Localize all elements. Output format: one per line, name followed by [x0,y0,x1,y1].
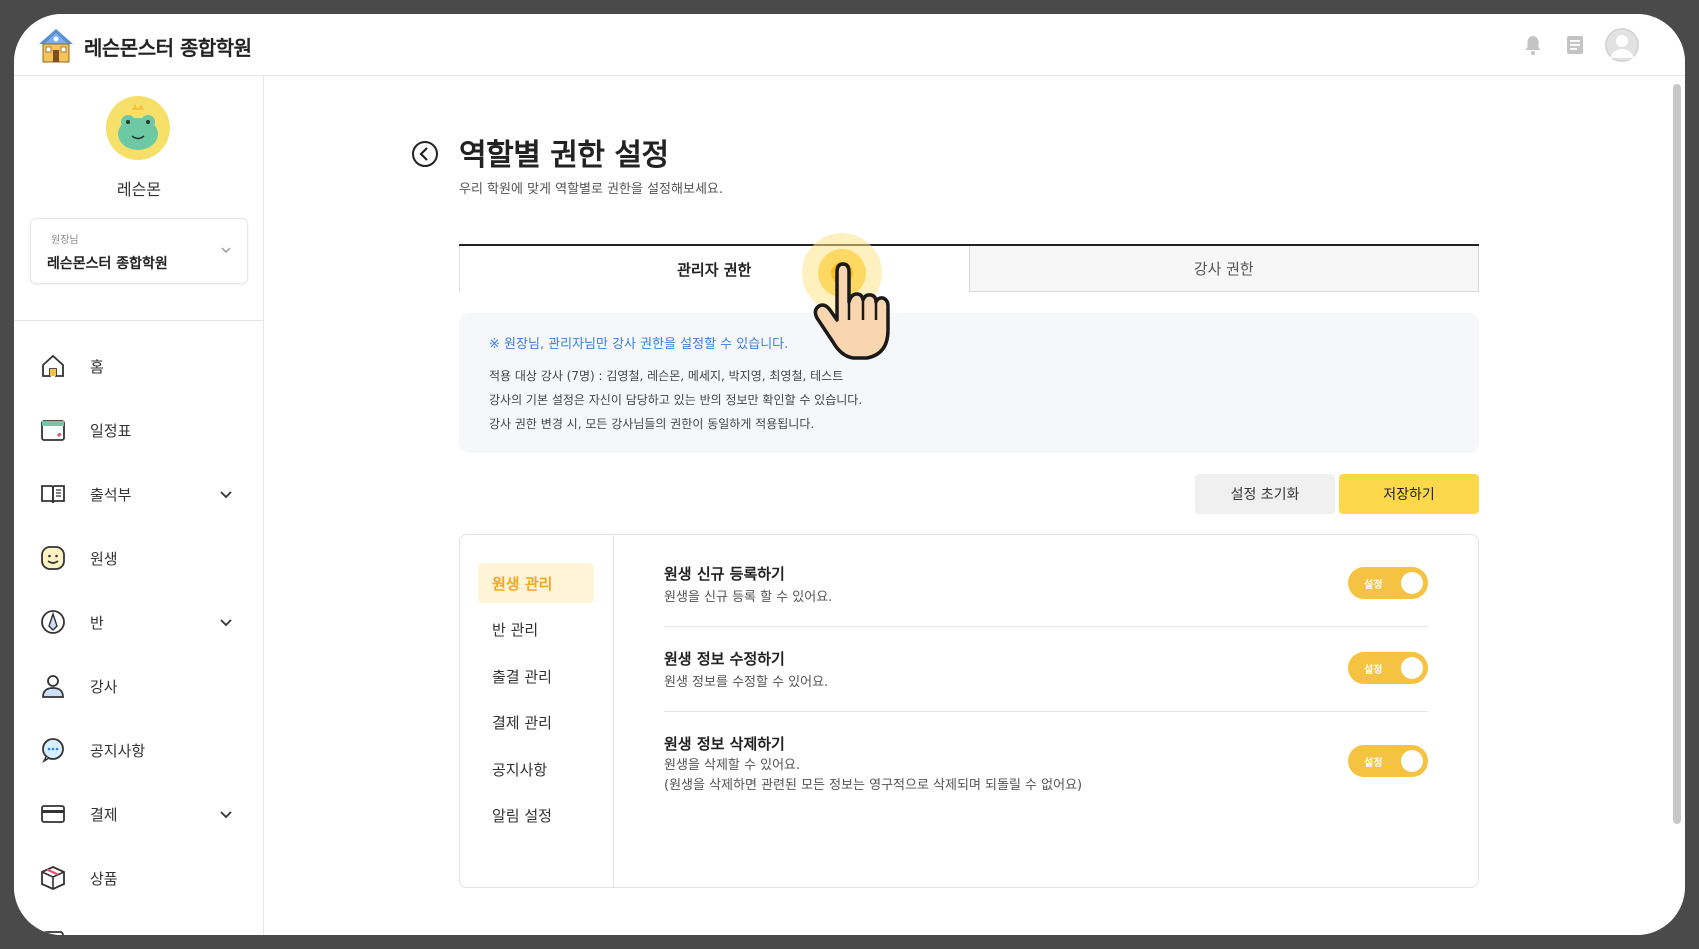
sidebar-item-label: 상품 [90,869,118,888]
permission-panel: 원생 관리 반 관리 출결 관리 결제 관리 공지사항 알림 설정 원생 신규 … [459,534,1479,888]
notice-head: ※ 원장님, 관리자님만 강사 권한을 설정할 수 있습니다. [489,337,789,352]
chevron-down-icon[interactable] [218,806,234,822]
chevron-down-icon[interactable] [218,486,234,502]
book-icon [41,485,65,504]
box-icon [41,866,65,890]
sidebar-item-notice[interactable]: 공지사항 [14,718,264,782]
top-icons [1521,28,1639,62]
sidebar-item-home[interactable]: 홈 [14,334,264,398]
sidebar-item-label: 원생 [90,549,118,568]
permission-row: 원생 신규 등록하기 원생을 신규 등록 할 수 있어요. 설정 [664,563,1428,627]
perm-menu-payment[interactable]: 결제 관리 [478,702,594,742]
page-subtitle: 우리 학원에 맞게 역할별로 권한을 설정해보세요. [459,182,723,197]
tab-teacher[interactable]: 강사 권한 [968,246,1479,292]
toggle-knob [1401,750,1423,772]
device-frame: 레슨몬스터 종합학원 레슨몬 원장님 레슨몬스터 종합학원 홈 일정표 출석부 … [0,0,1699,949]
profile-avatar[interactable] [106,96,170,160]
back-arrow-icon[interactable] [410,139,440,169]
perm-menu-notice[interactable]: 공지사항 [478,749,594,789]
tab-admin[interactable]: 관리자 권한 [459,246,969,292]
reset-button[interactable]: 설정 초기화 [1195,474,1335,514]
scrollbar[interactable] [1673,84,1681,824]
sidebar-item-label: 일정표 [90,421,132,440]
permission-toggle[interactable]: 설정 [1348,567,1428,599]
sidebar-item-label: 공지사항 [90,741,146,760]
permission-category-menu: 원생 관리 반 관리 출결 관리 결제 관리 공지사항 알림 설정 [460,535,614,887]
document-icon[interactable] [1563,33,1587,57]
chat-bubble-icon [42,738,64,763]
card-icon [41,805,65,823]
profile-name: 레슨몬 [116,180,162,199]
profile-section: 레슨몬 원장님 레슨몬스터 종합학원 [14,76,264,321]
sidebar-item-consult[interactable]: 상담 [14,910,264,935]
bell-icon[interactable] [1521,33,1545,57]
sidebar-item-label: 출석부 [90,485,132,504]
school-name: 레슨몬스터 종합학원 [47,256,168,272]
brand-name: 레슨몬스터 종합학원 [84,35,252,60]
toggle-knob [1401,657,1423,679]
role-tabs: 관리자 권한 강사 권한 [459,244,1479,292]
school-selector[interactable]: 원장님 레슨몬스터 종합학원 [30,218,248,284]
permission-title: 원생 정보 삭제하기 [664,735,785,753]
save-button[interactable]: 저장하기 [1339,474,1479,514]
perm-menu-class[interactable]: 반 관리 [478,609,594,649]
pencil-circle-icon [41,610,65,634]
calendar-icon [41,420,65,441]
contact-icon [42,931,64,935]
school-role: 원장님 [51,235,79,246]
permission-toggle[interactable]: 설정 [1348,652,1428,684]
permission-row: 원생 정보 수정하기 원생 정보를 수정할 수 있어요. 설정 [664,648,1428,712]
user-avatar[interactable] [1605,28,1639,62]
sidebar-item-label: 반 [90,613,104,632]
frog-mascot-icon [106,96,170,160]
sidebar-item-schedule[interactable]: 일정표 [14,398,264,462]
permission-toggle[interactable]: 설정 [1348,745,1428,777]
school-logo-icon [39,29,73,63]
perm-menu-attendance[interactable]: 출결 관리 [478,656,594,696]
permission-desc: 원생을 삭제할 수 있어요. [664,758,801,773]
sidebar-item-teachers[interactable]: 강사 [14,654,264,718]
perm-menu-alarm[interactable]: 알림 설정 [478,795,594,835]
toggle-knob [1401,572,1423,594]
permission-title: 원생 정보 수정하기 [664,650,785,668]
notice-line: 강사 권한 변경 시, 모든 강사님들의 권한이 동일하게 적용됩니다. [489,417,815,431]
permission-desc: 원생 정보를 수정할 수 있어요. [664,675,829,690]
chevron-down-icon [221,247,231,254]
toggle-label: 설정 [1364,664,1383,676]
permission-title: 원생 신규 등록하기 [664,565,785,583]
sidebar-nav: 홈 일정표 출석부 원생 반 강사 공지사항 결제 상품 [14,334,264,935]
home-icon [42,354,64,377]
sidebar-item-products[interactable]: 상품 [14,846,264,910]
smile-icon [41,546,65,570]
sidebar-item-label: 상담 [90,932,118,936]
perm-menu-student[interactable]: 원생 관리 [478,563,594,603]
top-bar: 레슨몬스터 종합학원 [14,14,1685,76]
brand[interactable]: 레슨몬스터 종합학원 [36,26,252,66]
person-icon [42,675,64,698]
notice-box: ※ 원장님, 관리자님만 강사 권한을 설정할 수 있습니다. 적용 대상 강사… [459,313,1479,453]
main-content: 역할별 권한 설정 우리 학원에 맞게 역할별로 권한을 설정해보세요. 관리자… [265,76,1685,935]
permission-row: 원생 정보 삭제하기 원생을 삭제할 수 있어요. (원생을 삭제하면 관련된 … [664,733,1428,817]
permission-desc-note: (원생을 삭제하면 관련된 모든 정보는 영구적으로 삭제되며 되돌릴 수 없어… [664,778,1083,793]
toggle-label: 설정 [1364,579,1383,591]
sidebar-item-attendance[interactable]: 출석부 [14,462,264,526]
sidebar-item-payment[interactable]: 결제 [14,782,264,846]
notice-line: 강사의 기본 설정은 자신이 담당하고 있는 반의 정보만 확인할 수 있습니다… [489,393,863,407]
notice-line: 적용 대상 강사 (7명) : 김영철, 레슨몬, 메세지, 박지영, 최영철,… [489,369,844,383]
sidebar-item-label: 강사 [90,677,118,696]
toggle-label: 설정 [1364,757,1383,769]
app-screen: 레슨몬스터 종합학원 레슨몬 원장님 레슨몬스터 종합학원 홈 일정표 출석부 … [14,14,1685,935]
permission-desc: 원생을 신규 등록 할 수 있어요. [664,590,833,605]
page-title: 역할별 권한 설정 [459,138,669,173]
sidebar-item-label: 홈 [90,357,104,376]
sidebar-item-students[interactable]: 원생 [14,526,264,590]
sidebar: 레슨몬 원장님 레슨몬스터 종합학원 홈 일정표 출석부 원생 반 강사 공지사… [14,76,264,935]
sidebar-item-label: 결제 [90,805,118,824]
user-icon [1605,28,1639,62]
sidebar-item-class[interactable]: 반 [14,590,264,654]
chevron-down-icon[interactable] [218,614,234,630]
